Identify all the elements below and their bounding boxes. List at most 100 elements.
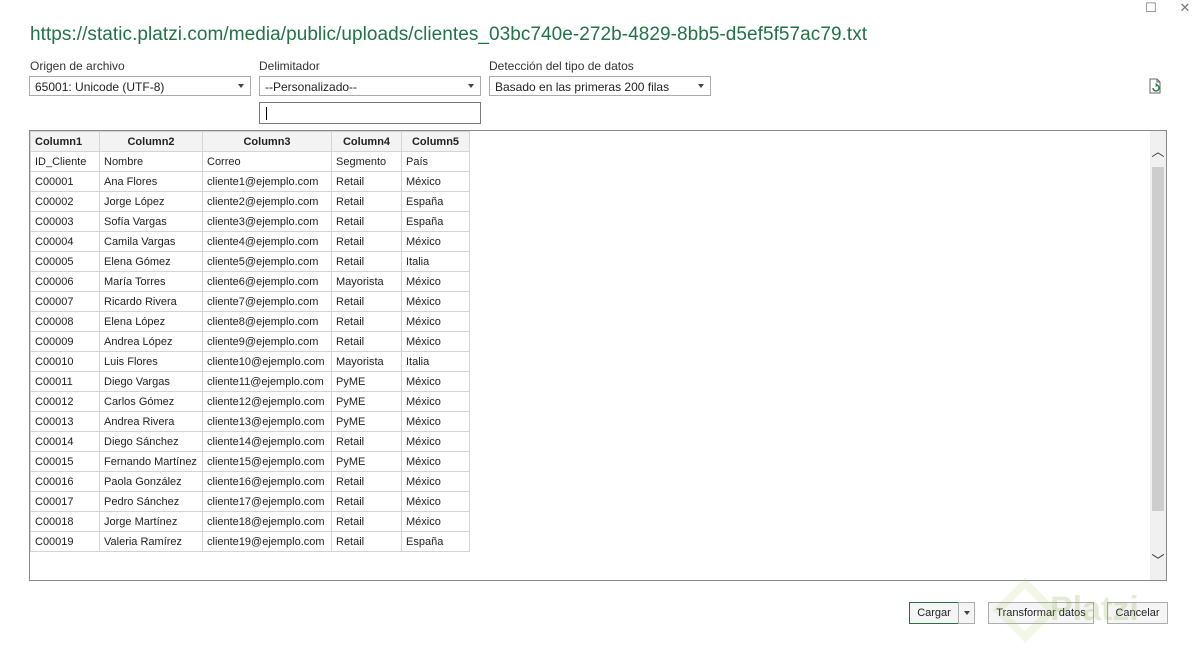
table-row: C00008 Elena López cliente8@ejemplo.com Ret…	[30, 311, 470, 332]
table-cell: Retail	[331, 331, 402, 352]
table-row: C00010 Luis Flores cliente10@ejemplo.com Ma…	[30, 351, 470, 372]
table-cell: C00003	[30, 211, 100, 232]
table-row: C00005 Elena Gómez cliente5@ejemplo.com Ret…	[30, 251, 470, 272]
table-cell: cliente13@ejemplo.com	[202, 411, 332, 432]
table-cell: México	[401, 511, 470, 532]
table-cell: España	[401, 211, 470, 232]
table-cell: Mayorista	[331, 351, 402, 372]
table-cell: PyME	[331, 411, 402, 432]
table-cell: Fernando Martínez	[99, 451, 203, 472]
chevron-down-icon	[964, 611, 970, 615]
table-row: C00003 Sofía Vargas cliente3@ejemplo.com Re…	[30, 211, 470, 232]
table-row: C00014 Diego Sánchez cliente14@ejemplo.com…	[30, 431, 470, 452]
table-cell: México	[401, 371, 470, 392]
table-cell: Camila Vargas	[99, 231, 203, 252]
maximize-icon[interactable]: ☐	[1142, 0, 1160, 16]
vertical-scrollbar[interactable]: ︿ ﹀	[1150, 131, 1166, 580]
table-cell: cliente12@ejemplo.com	[202, 391, 332, 412]
chevron-down-icon[interactable]: ﹀	[1150, 552, 1166, 570]
delimiter-value: --Personalizado--	[265, 80, 358, 94]
table-cell: Mayorista	[331, 271, 402, 292]
chevron-up-icon[interactable]: ︿	[1150, 143, 1166, 161]
origin-value: 65001: Unicode (UTF-8)	[35, 80, 165, 94]
load-options-button[interactable]	[958, 602, 975, 624]
table-cell: cliente11@ejemplo.com	[202, 371, 332, 392]
table-cell: cliente6@ejemplo.com	[202, 271, 332, 292]
table-cell: Segmento	[331, 151, 402, 172]
column-header[interactable]: Column5	[401, 131, 470, 152]
table-cell: C00001	[30, 171, 100, 192]
load-button[interactable]: Cargar	[909, 602, 959, 624]
table-cell: Andrea López	[99, 331, 203, 352]
table-cell: C00011	[30, 371, 100, 392]
table-cell: Diego Sánchez	[99, 431, 203, 452]
watermark-text: Platzi	[1050, 590, 1139, 628]
table-row: C00012 Carlos Gómez cliente12@ejemplo.com P…	[30, 391, 470, 412]
table-row: C00011 Diego Vargas cliente11@ejemplo.com P…	[30, 371, 470, 392]
table-cell: C00018	[30, 511, 100, 532]
table-row: C00009 Andrea López cliente9@ejemplo.com Re…	[30, 331, 470, 352]
table-cell: cliente1@ejemplo.com	[202, 171, 332, 192]
table-cell: México	[401, 451, 470, 472]
table-cell: C00002	[30, 191, 100, 212]
table-cell: Diego Vargas	[99, 371, 203, 392]
table-row: C00004 Camila Vargas cliente4@ejemplo.com R…	[30, 231, 470, 252]
table-cell: cliente2@ejemplo.com	[202, 191, 332, 212]
table-cell: Retail	[331, 191, 402, 212]
origin-select[interactable]: 65001: Unicode (UTF-8)	[29, 76, 251, 96]
table-cell: Andrea Rivera	[99, 411, 203, 432]
table-cell: México	[401, 411, 470, 432]
table-cell: C00005	[30, 251, 100, 272]
detection-select[interactable]: Basado en las primeras 200 filas	[489, 76, 711, 96]
preview-table: Column1 Column2 Column3 Column4 Column5 …	[30, 131, 470, 552]
table-cell: cliente17@ejemplo.com	[202, 491, 332, 512]
table-cell: Retail	[331, 171, 402, 192]
table-cell: México	[401, 171, 470, 192]
table-cell: Retail	[331, 231, 402, 252]
origin-label: Origen de archivo	[30, 59, 125, 73]
table-cell: Italia	[401, 251, 470, 272]
table-cell: México	[401, 271, 470, 292]
table-cell: Ana Flores	[99, 171, 203, 192]
table-cell: Jorge López	[99, 191, 203, 212]
refresh-file-icon[interactable]	[1147, 78, 1163, 94]
table-cell: Retail	[331, 291, 402, 312]
scrollbar-thumb[interactable]	[1152, 167, 1164, 511]
column-header[interactable]: Column3	[202, 131, 332, 152]
column-header[interactable]: Column4	[331, 131, 402, 152]
table-cell: México	[401, 471, 470, 492]
table-cell: México	[401, 431, 470, 452]
table-cell: C00016	[30, 471, 100, 492]
delimiter-label: Delimitador	[259, 59, 320, 73]
table-cell: C00004	[30, 231, 100, 252]
table-row: C00015 Fernando Martínez cliente15@ejemplo…	[30, 451, 470, 472]
chevron-down-icon	[238, 84, 244, 88]
detection-label: Detección del tipo de datos	[489, 59, 634, 73]
table-cell: PyME	[331, 451, 402, 472]
column-header[interactable]: Column2	[99, 131, 203, 152]
data-preview: Column1 Column2 Column3 Column4 Column5 …	[29, 130, 1167, 581]
table-cell: cliente18@ejemplo.com	[202, 511, 332, 532]
table-cell: cliente4@ejemplo.com	[202, 231, 332, 252]
table-cell: cliente15@ejemplo.com	[202, 451, 332, 472]
table-cell: España	[401, 531, 470, 552]
table-cell: C00007	[30, 291, 100, 312]
table-cell: Retail	[331, 511, 402, 532]
table-cell: Retail	[331, 211, 402, 232]
table-cell: cliente9@ejemplo.com	[202, 331, 332, 352]
table-cell: Retail	[331, 431, 402, 452]
table-cell: ID_Cliente	[30, 151, 100, 172]
chevron-down-icon	[698, 84, 704, 88]
table-cell: Retail	[331, 531, 402, 552]
table-cell: cliente3@ejemplo.com	[202, 211, 332, 232]
table-cell: Correo	[202, 151, 332, 172]
column-header[interactable]: Column1	[30, 131, 100, 152]
custom-delimiter-input[interactable]	[259, 102, 481, 124]
table-cell: Ricardo Rivera	[99, 291, 203, 312]
table-cell: Sofía Vargas	[99, 211, 203, 232]
table-cell: México	[401, 391, 470, 412]
table-cell: cliente8@ejemplo.com	[202, 311, 332, 332]
table-row: C00018 Jorge Martínez cliente18@ejemplo.co…	[30, 511, 470, 532]
delimiter-select[interactable]: --Personalizado--	[259, 76, 481, 96]
close-icon[interactable]: ✕	[1176, 0, 1194, 16]
